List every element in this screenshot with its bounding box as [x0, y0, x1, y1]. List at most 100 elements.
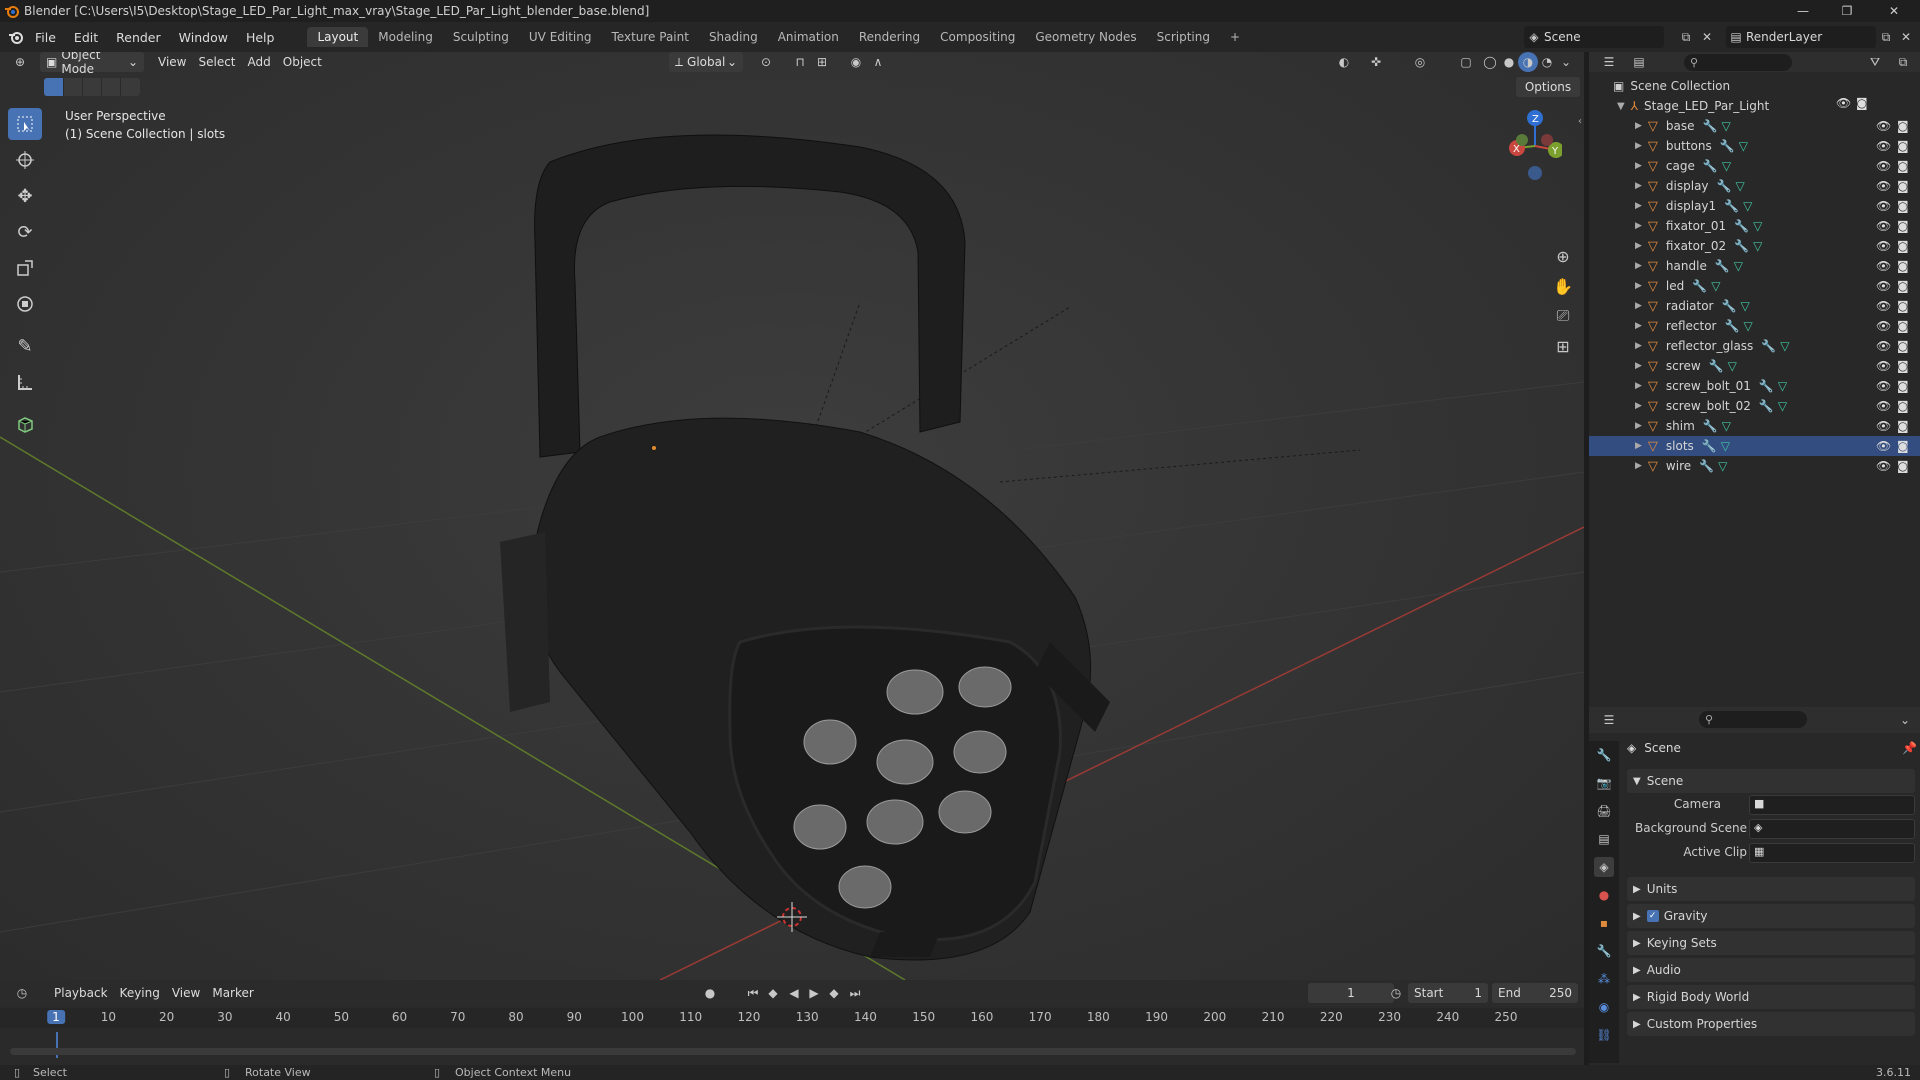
- delete-scene-icon[interactable]: ✕: [1697, 27, 1717, 47]
- modifier-icon[interactable]: 🔧: [1761, 339, 1776, 353]
- mesh-data-icon[interactable]: ▽: [1753, 239, 1762, 253]
- render-camera-icon[interactable]: ◙: [1897, 279, 1909, 293]
- snap-icon[interactable]: ⊓: [790, 52, 810, 72]
- chevron-right-icon[interactable]: ▶: [1635, 361, 1642, 371]
- modifier-icon[interactable]: 🔧: [1720, 139, 1735, 153]
- custom-properties-panel-header[interactable]: ▶ Custom Properties: [1627, 1012, 1915, 1036]
- scene-panel-header[interactable]: ▼ Scene: [1627, 769, 1915, 793]
- eye-icon[interactable]: 👁: [1876, 299, 1891, 313]
- mesh-data-icon[interactable]: ▽: [1740, 299, 1749, 313]
- mesh-data-icon[interactable]: ▽: [1743, 199, 1752, 213]
- timeline-scrollbar[interactable]: [10, 1048, 1576, 1055]
- pivot-point-icon[interactable]: ⊙: [756, 52, 776, 72]
- eye-icon[interactable]: 👁: [1876, 319, 1891, 333]
- chevron-right-icon[interactable]: ▶: [1635, 461, 1642, 471]
- chevron-right-icon[interactable]: ▶: [1635, 161, 1642, 171]
- add-cube-tool[interactable]: [8, 408, 42, 440]
- play-reverse-icon[interactable]: ◀: [784, 983, 804, 1003]
- start-frame-field[interactable]: Start 1: [1408, 983, 1488, 1003]
- outliner-object-row[interactable]: ▶ ▽ fixator_01 🔧 ▽ 👁 ◙: [1589, 216, 1920, 236]
- mesh-data-icon[interactable]: ▽: [1778, 399, 1787, 413]
- new-collection-icon[interactable]: ⧉: [1893, 52, 1913, 72]
- render-camera-icon[interactable]: ◙: [1897, 119, 1909, 133]
- outliner-object-row[interactable]: ▶ ▽ slots 🔧 ▽ 👁 ◙: [1589, 436, 1920, 456]
- world-tab-icon[interactable]: ●: [1594, 885, 1614, 905]
- properties-editor-icon[interactable]: ☰: [1599, 710, 1619, 730]
- tab-modeling[interactable]: Modeling: [368, 27, 443, 47]
- outliner-object-row[interactable]: ▶ ▽ handle 🔧 ▽ 👁 ◙: [1589, 256, 1920, 276]
- filter-icon[interactable]: ⛛: [1865, 52, 1885, 72]
- eye-icon[interactable]: 👁: [1876, 199, 1891, 213]
- chevron-right-icon[interactable]: ▶: [1635, 321, 1642, 331]
- viewport-menu-add[interactable]: Add: [242, 52, 277, 72]
- render-camera-icon[interactable]: ◙: [1897, 179, 1909, 193]
- outliner-editor-icon[interactable]: ☰: [1599, 52, 1619, 72]
- outliner-object-row[interactable]: ▶ ▽ buttons 🔧 ▽ 👁 ◙: [1589, 136, 1920, 156]
- new-view-layer-icon[interactable]: ⧉: [1876, 27, 1896, 47]
- particles-tab-icon[interactable]: ⁂: [1594, 969, 1614, 989]
- tab-compositing[interactable]: Compositing: [930, 27, 1025, 47]
- delete-view-layer-icon[interactable]: ✕: [1896, 27, 1916, 47]
- tab-geometry-nodes[interactable]: Geometry Nodes: [1025, 27, 1146, 47]
- chevron-right-icon[interactable]: ▶: [1635, 381, 1642, 391]
- render-camera-icon[interactable]: ◙: [1897, 359, 1909, 373]
- modifier-icon[interactable]: 🔧: [1722, 299, 1737, 313]
- eye-icon[interactable]: 👁: [1876, 379, 1891, 393]
- outliner-object-row[interactable]: ▶ ▽ display 🔧 ▽ 👁 ◙: [1589, 176, 1920, 196]
- scene-tab-icon[interactable]: ◈: [1594, 857, 1614, 877]
- current-frame-field[interactable]: 1: [1308, 983, 1394, 1003]
- add-workspace-button[interactable]: +: [1220, 27, 1250, 47]
- modifier-icon[interactable]: 🔧: [1734, 239, 1749, 253]
- mesh-data-icon[interactable]: ▽: [1722, 419, 1731, 433]
- outliner-object-row[interactable]: ▶ ▽ shim 🔧 ▽ 👁 ◙: [1589, 416, 1920, 436]
- keying-sets-panel-header[interactable]: ▶ Keying Sets: [1627, 931, 1915, 955]
- scene-selector[interactable]: ◈ Scene: [1524, 26, 1664, 48]
- proportional-edit-icon[interactable]: ◉: [846, 52, 866, 72]
- maximize-button[interactable]: ❐: [1827, 0, 1867, 22]
- viewport-menu-select[interactable]: Select: [192, 52, 241, 72]
- outliner-object-row[interactable]: ▶ ▽ screw 🔧 ▽ 👁 ◙: [1589, 356, 1920, 376]
- modifier-icon[interactable]: 🔧: [1692, 279, 1707, 293]
- render-camera-icon[interactable]: ◙: [1897, 139, 1909, 153]
- modifier-icon[interactable]: 🔧: [1709, 359, 1724, 373]
- select-subtract-icon[interactable]: [82, 78, 101, 96]
- shading-options-icon[interactable]: ⌄: [1556, 52, 1576, 72]
- mesh-data-icon[interactable]: ▽: [1721, 439, 1730, 453]
- select-box-tool[interactable]: [8, 108, 42, 140]
- gravity-panel-header[interactable]: ▶ ✓ Gravity: [1627, 904, 1915, 928]
- zoom-icon[interactable]: ⊕: [1553, 246, 1573, 266]
- background-scene-field[interactable]: ◈: [1749, 819, 1915, 839]
- shading-rendered-icon[interactable]: ◔: [1537, 52, 1557, 72]
- render-camera-icon[interactable]: ◙: [1897, 259, 1909, 273]
- chevron-right-icon[interactable]: ▶: [1635, 341, 1642, 351]
- rotate-tool[interactable]: ⟳: [8, 216, 42, 248]
- chevron-right-icon[interactable]: ▶: [1635, 201, 1642, 211]
- view-layer-tab-icon[interactable]: ▤: [1594, 829, 1614, 849]
- eye-icon[interactable]: 👁: [1876, 359, 1891, 373]
- units-panel-header[interactable]: ▶ Units: [1627, 877, 1915, 901]
- eye-icon[interactable]: 👁: [1876, 179, 1891, 193]
- overlays-toggle-icon[interactable]: ◎: [1410, 52, 1430, 72]
- menu-render[interactable]: Render: [107, 30, 170, 45]
- gizmo-toggle-icon[interactable]: ✜: [1366, 52, 1386, 72]
- measure-tool[interactable]: [8, 366, 42, 398]
- outliner-object-row[interactable]: ▶ ▽ wire 🔧 ▽ 👁 ◙: [1589, 456, 1920, 476]
- chevron-right-icon[interactable]: ▶: [1635, 221, 1642, 231]
- close-button[interactable]: ✕: [1874, 0, 1914, 22]
- keying-menu[interactable]: Keying: [114, 983, 166, 1003]
- eye-icon[interactable]: 👁: [1876, 439, 1891, 453]
- render-camera-icon[interactable]: ◙: [1897, 339, 1909, 353]
- properties-options-icon[interactable]: ⌄: [1895, 710, 1915, 730]
- outliner-object-row[interactable]: ▶ ▽ base 🔧 ▽ 👁 ◙: [1589, 116, 1920, 136]
- transform-orientation-dropdown[interactable]: ⟂ Global ⌄: [669, 52, 743, 72]
- viewport-menu-view[interactable]: View: [152, 52, 192, 72]
- mesh-data-icon[interactable]: ▽: [1735, 179, 1744, 193]
- output-tab-icon[interactable]: 🖨: [1594, 801, 1614, 821]
- tab-shading[interactable]: Shading: [699, 27, 768, 47]
- tab-layout[interactable]: Layout: [307, 27, 369, 47]
- cursor-tool[interactable]: [8, 144, 42, 176]
- mesh-data-icon[interactable]: ▽: [1734, 259, 1743, 273]
- physics-tab-icon[interactable]: ◉: [1594, 997, 1614, 1017]
- mesh-data-icon[interactable]: ▽: [1743, 319, 1752, 333]
- tab-uv-editing[interactable]: UV Editing: [519, 27, 602, 47]
